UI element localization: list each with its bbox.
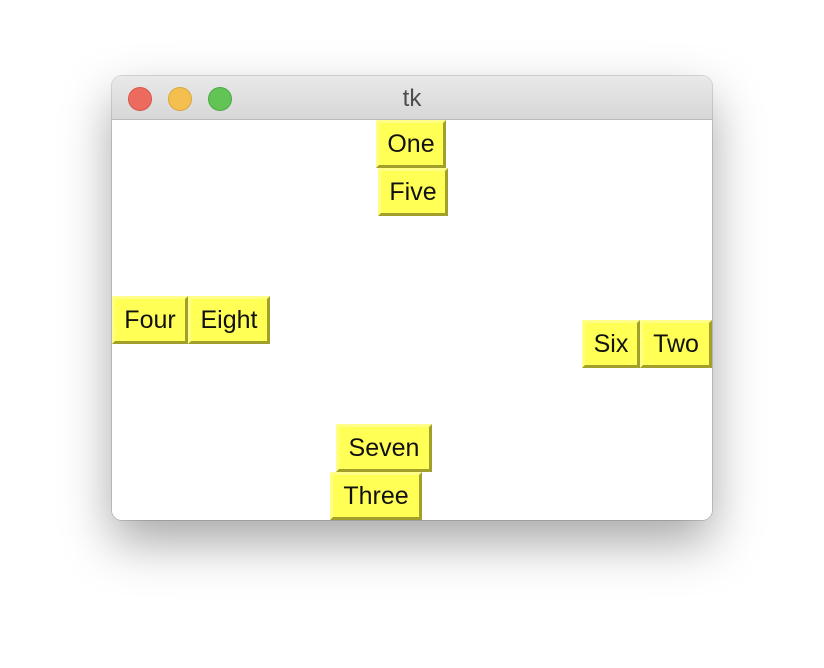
- label-eight: Eight: [188, 296, 270, 344]
- label-five: Five: [378, 168, 448, 216]
- label-two: Two: [640, 320, 712, 368]
- label-one: One: [376, 120, 446, 168]
- title-bar[interactable]: tk: [112, 76, 712, 120]
- window-title: tk: [402, 85, 422, 112]
- label-four: Four: [112, 296, 188, 344]
- tk-window: tk One Five Four Eight Six Two Seven Thr…: [112, 76, 712, 520]
- label-seven: Seven: [336, 424, 432, 472]
- label-three: Three: [330, 472, 422, 520]
- window-content: One Five Four Eight Six Two Seven Three: [112, 120, 712, 520]
- label-six: Six: [582, 320, 640, 368]
